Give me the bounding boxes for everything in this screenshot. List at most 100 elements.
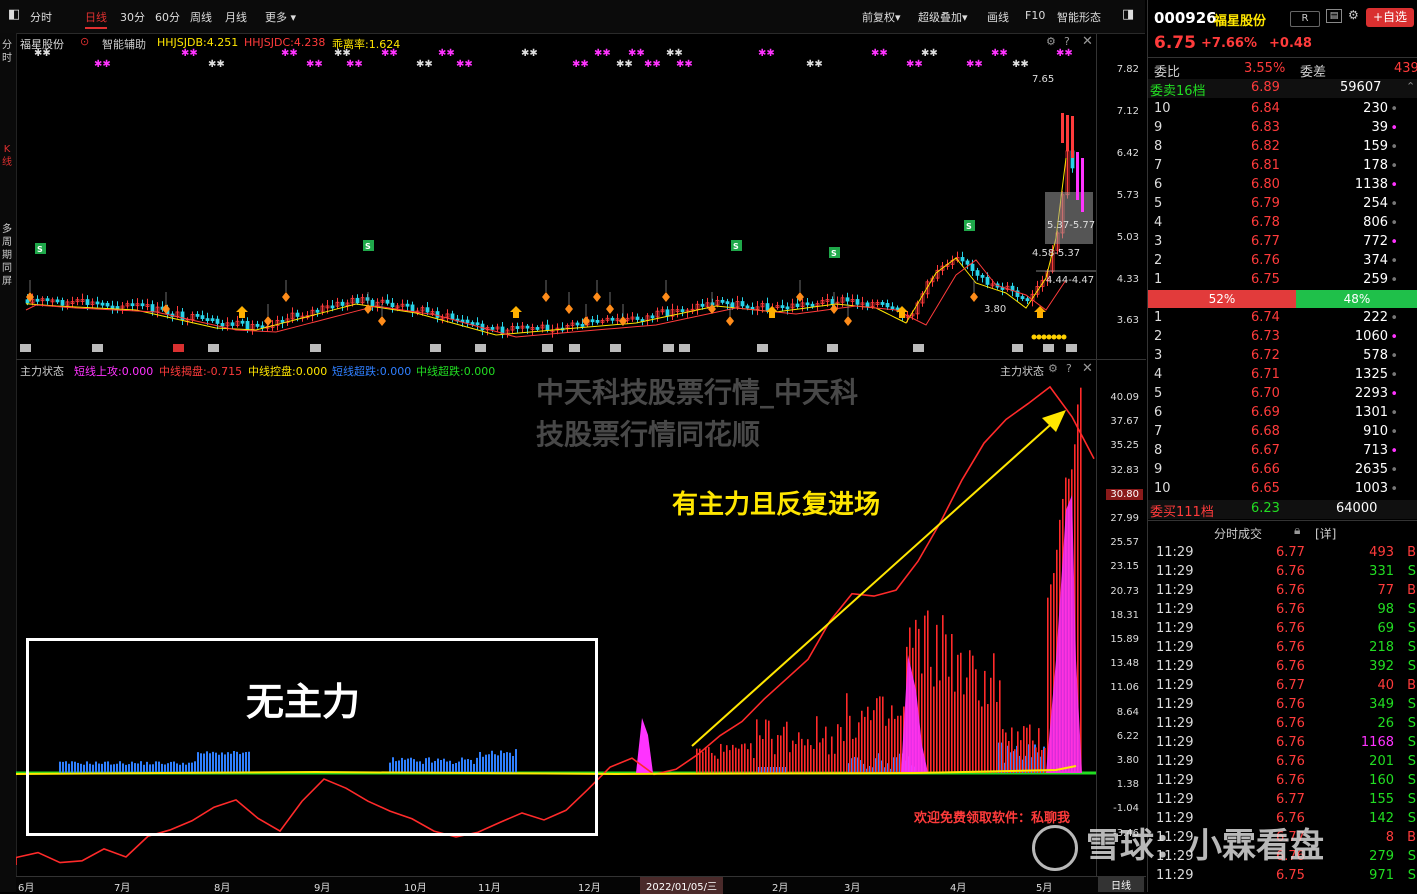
order-level-row[interactable]: 9 6.66 2635 • [1148,461,1417,480]
chart-icon[interactable]: ▤ [1326,9,1342,23]
trade-row: 11:29 6.76 160 S [1148,772,1417,791]
r-badge[interactable]: R [1290,11,1320,27]
f10-button[interactable]: F10 [1025,9,1045,22]
level-dot-icon: • [1390,178,1398,193]
indicator-bar-red [753,758,755,773]
webi-label: 委比 [1154,65,1181,80]
trade-row: 11:29 6.77 40 B [1148,677,1417,696]
settings-icon[interactable]: ⚙ [1348,8,1359,22]
order-level-row[interactable]: 5 6.70 2293 • [1148,385,1417,404]
candle-body [960,257,965,262]
order-level-row[interactable]: 3 6.72 578 • [1148,347,1417,366]
help-icon[interactable]: ? [1066,362,1072,375]
buy-signal-diamond-icon [844,316,852,326]
order-level-row[interactable]: 3 6.77 772 • [1148,233,1417,252]
candle-body [1061,113,1064,143]
order-level-row[interactable]: 1 6.74 222 • [1148,309,1417,328]
level-dot-icon: • [1390,102,1398,117]
signal-star-icon: ✱✱ [758,48,775,59]
price-change: +0.48 [1269,36,1312,51]
order-level-row[interactable]: 1 6.75 259 • [1148,271,1417,290]
tab-fenshi[interactable]: 分时 [30,9,52,25]
indicator-bar-red [960,652,962,773]
strip-fenshi[interactable]: 分时 [1,39,13,65]
tab-monthly[interactable]: 月线 [225,9,247,25]
order-level-row[interactable]: 8 6.67 713 • [1148,442,1417,461]
draw-line-button[interactable]: 画线 [987,9,1009,25]
indicator-bar-red [936,624,938,773]
order-level-row[interactable]: 4 6.78 806 • [1148,214,1417,233]
trades-title[interactable]: 分时成交 [1214,525,1262,542]
level-volume: 1301 [1354,405,1388,420]
tab-60min[interactable]: 60分 [155,9,180,25]
star-marker-icon [1051,334,1057,340]
order-level-row[interactable]: 9 6.83 39 • [1148,119,1417,138]
order-level-row[interactable]: 2 6.73 1060 • [1148,328,1417,347]
order-level-row[interactable]: 4 6.71 1325 • [1148,366,1417,385]
tab-rixian[interactable]: 日线 [85,9,107,29]
strip-multi-period[interactable]: 多周期同屏 [1,223,13,288]
indicator-bar-red [957,654,959,773]
sell-total-label: 委卖16档 [1150,84,1206,99]
order-level-row[interactable]: 7 6.68 910 • [1148,423,1417,442]
date-axis: 6月 7月 8月 9月 10月 11月 12月 2022/01/05/三 2月 … [16,876,1146,894]
indicator-bar-red [792,740,794,773]
trade-volume: 40 [1377,678,1394,693]
range-b-label: 4.58-5.37 [1032,248,1081,259]
level-dot-icon: • [1390,254,1398,269]
lock-icon[interactable]: 🔒︎ [1294,523,1300,538]
strip-kline[interactable]: K线 [1,143,13,169]
overlay-menu[interactable]: 超级叠加▾ [918,9,968,25]
indicator-bar-red [702,751,704,773]
candle-body [230,322,235,326]
trade-volume: 155 [1369,792,1394,807]
order-level-row[interactable]: 10 6.84 230 • [1148,100,1417,119]
sell-ratio-bar: 48% [1296,290,1417,308]
i-axis-tick: 27.99 [1110,513,1139,524]
event-marker-icon [757,344,768,352]
collapse-chevron-icon[interactable]: ⌃ [1406,80,1415,93]
add-watchlist-button[interactable]: +自选 [1366,8,1414,27]
adjust-menu[interactable]: 前复权▾ [862,9,901,25]
signal-star-icon: ✱✱ [1012,59,1029,70]
indicator-bar-red [966,677,968,773]
period-badge[interactable]: 日线 [1098,877,1144,892]
trade-price: 6.76 [1276,602,1305,617]
candle-body [95,301,100,305]
order-level-row[interactable]: 7 6.81 178 • [1148,157,1417,176]
candle-body [490,326,495,330]
order-level-row[interactable]: 8 6.82 159 • [1148,138,1417,157]
candle-body [140,303,145,307]
candle-body [255,323,260,327]
indicator-panel[interactable]: 主力状态 短线上攻:0.000 中线揭盘:-0.715 中线控盘:0.000 短… [16,360,1096,876]
order-level-row[interactable]: 10 6.65 1003 • [1148,480,1417,499]
candle-body [205,318,210,321]
no-main-box: 无主力 [26,638,598,836]
candle-body [130,303,135,307]
order-level-row[interactable]: 2 6.76 374 • [1148,252,1417,271]
tab-30min[interactable]: 30分 [120,9,145,25]
order-level-row[interactable]: 6 6.69 1301 • [1148,404,1417,423]
tab-weekly[interactable]: 周线 [190,9,212,25]
trade-direction: S [1407,621,1416,636]
candle-body [330,305,335,309]
collapse-icon[interactable]: ◧ [8,7,20,22]
kline-panel[interactable]: 福星股份 ⊙ 智能辅助 HHJSJDB:4.251 HHJSJDC:4.238 … [16,34,1096,359]
panel-toggle-icon[interactable]: ◨ [1122,7,1134,22]
close-icon[interactable]: ✕ [1082,361,1093,376]
order-level-row[interactable]: 5 6.79 254 • [1148,195,1417,214]
tab-more[interactable]: 更多 ▾ [265,9,296,25]
indicator-bar-red [840,727,842,773]
xueqiu-watermark: 雪球：小霖看盘 [1032,818,1324,871]
smart-pattern-button[interactable]: 智能形态 [1057,9,1101,25]
trades-detail-link[interactable]: [详] [1315,525,1336,542]
indicator-bar-red [1080,387,1082,773]
level-volume: 1003 [1354,481,1388,496]
level-dot-icon: • [1390,349,1398,364]
settings-icon[interactable]: ⚙ [1048,362,1058,375]
indicator-bar-red [717,758,719,773]
indicator-title[interactable]: 主力状态 [20,363,64,379]
order-level-row[interactable]: 6 6.80 1138 • [1148,176,1417,195]
buy-signal-diamond-icon [542,292,550,302]
event-marker-icon [310,344,321,352]
